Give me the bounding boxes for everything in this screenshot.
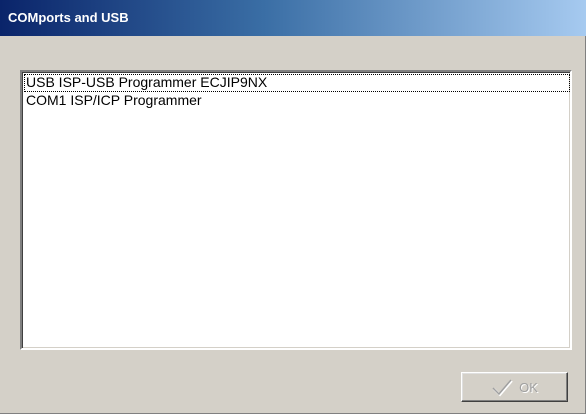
ok-button-label: OK [519, 379, 538, 395]
ok-button[interactable]: OK [461, 372, 568, 402]
list-item-usb-programmer[interactable]: USB ISP-USB Programmer ECJIP9NX [24, 74, 570, 92]
title-bar[interactable]: COMports and USB [0, 0, 586, 36]
window-title: COMports and USB [8, 10, 129, 25]
port-listbox[interactable]: USB ISP-USB Programmer ECJIP9NX COM1 ISP… [20, 70, 572, 350]
list-item-com1-programmer[interactable]: COM1 ISP/ICP Programmer [24, 92, 570, 110]
checkmark-icon [492, 379, 513, 397]
comports-dialog: COMports and USB USB ISP-USB Programmer … [0, 0, 586, 414]
